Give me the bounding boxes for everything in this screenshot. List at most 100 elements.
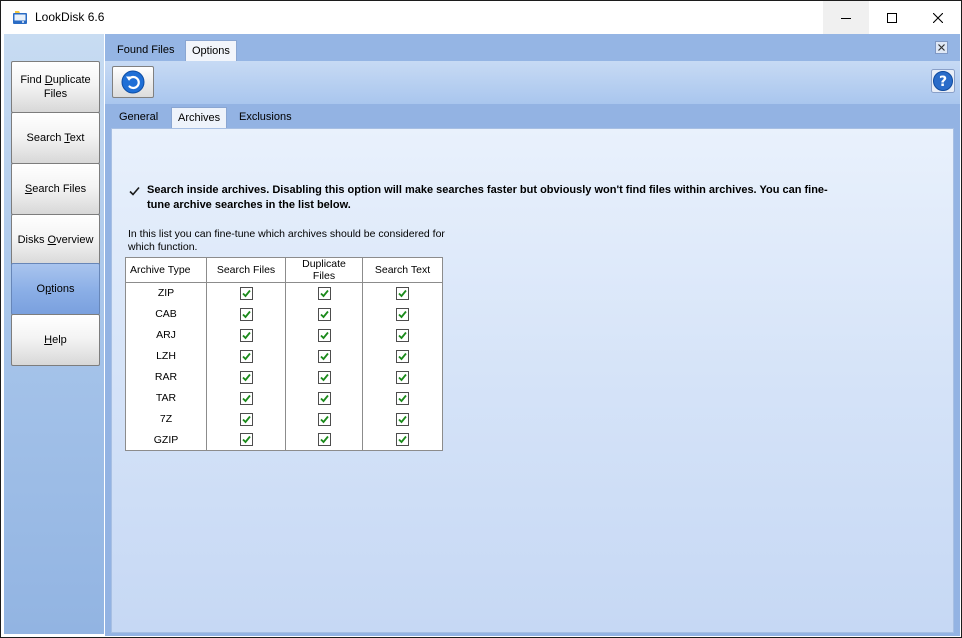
search-inside-archives-option[interactable]: Search inside archives. Disabling this o… xyxy=(128,183,848,213)
archive-type-cell: 7Z xyxy=(125,408,207,430)
duplicate-files-checkbox[interactable] xyxy=(317,433,331,447)
main-tab-strip: Found Files Options xyxy=(105,34,960,61)
tab-options[interactable]: Options xyxy=(185,40,237,61)
search-files-cell xyxy=(206,303,286,325)
left-navigation: Find Duplicate Files Search Text Search … xyxy=(4,34,104,634)
help-icon[interactable]: ? xyxy=(931,69,955,93)
search-files-button[interactable]: Search Files xyxy=(11,163,100,215)
search-files-cell xyxy=(206,408,286,430)
maximize-button[interactable] xyxy=(869,1,915,34)
search-text-checkbox[interactable] xyxy=(396,307,409,321)
column-header-duplicate-files[interactable]: Duplicate Files xyxy=(285,257,363,283)
search-text-cell xyxy=(362,429,443,451)
column-header-search-text[interactable]: Search Text xyxy=(362,257,443,283)
duplicate-files-cell xyxy=(285,282,363,304)
main-area: Found Files Options ? General Archives E… xyxy=(105,34,960,636)
table-row[interactable]: GZIP xyxy=(125,429,443,451)
archive-type-cell: TAR xyxy=(125,387,207,409)
options-sub-tabs: General Archives Exclusions xyxy=(111,104,956,128)
search-files-checkbox[interactable] xyxy=(239,286,253,300)
tab-exclusions[interactable]: Exclusions xyxy=(233,107,298,128)
archive-types-body: ZIP CAB ARJ LZH RAR TAR 7Z GZIP xyxy=(125,282,443,451)
search-files-checkbox[interactable] xyxy=(239,370,253,384)
archives-panel: Search inside archives. Disabling this o… xyxy=(111,128,954,633)
search-files-cell xyxy=(206,429,286,451)
search-text-checkbox[interactable] xyxy=(396,349,409,363)
tab-archives[interactable]: Archives xyxy=(171,107,228,128)
back-arrow-icon xyxy=(121,70,145,94)
find-duplicate-files-button[interactable]: Find Duplicate Files xyxy=(11,61,100,113)
back-button[interactable] xyxy=(112,66,154,98)
search-files-checkbox[interactable] xyxy=(239,307,253,321)
duplicate-files-checkbox[interactable] xyxy=(317,391,331,405)
search-text-checkbox[interactable] xyxy=(396,391,409,405)
archive-type-cell: ZIP xyxy=(125,282,207,304)
duplicate-files-cell xyxy=(285,429,363,451)
duplicate-files-cell xyxy=(285,324,363,346)
tab-found-files[interactable]: Found Files xyxy=(111,40,180,61)
duplicate-files-checkbox[interactable] xyxy=(317,412,331,426)
archive-type-cell: GZIP xyxy=(125,429,207,451)
search-files-cell xyxy=(206,282,286,304)
archive-type-cell: LZH xyxy=(125,345,207,367)
duplicate-files-checkbox[interactable] xyxy=(317,328,331,342)
disks-overview-label: Disks Overview xyxy=(17,234,94,246)
duplicate-files-cell xyxy=(285,303,363,325)
close-icon xyxy=(933,12,943,23)
table-row[interactable]: ARJ xyxy=(125,324,443,346)
search-text-cell xyxy=(362,345,443,367)
search-files-label: Search Files xyxy=(24,183,87,195)
search-inside-archives-checkbox[interactable] xyxy=(128,185,141,198)
archive-type-cell: ARJ xyxy=(125,324,207,346)
duplicate-files-checkbox[interactable] xyxy=(317,349,331,363)
archive-types-table: Archive Type Search Files Duplicate File… xyxy=(125,257,443,451)
find-duplicate-files-label: Find Duplicate Files xyxy=(20,74,91,100)
search-files-checkbox[interactable] xyxy=(239,433,253,447)
search-text-checkbox[interactable] xyxy=(396,286,409,300)
search-files-checkbox[interactable] xyxy=(239,328,253,342)
duplicate-files-checkbox[interactable] xyxy=(317,370,331,384)
column-header-archive-type[interactable]: Archive Type xyxy=(125,257,207,283)
minimize-icon xyxy=(841,17,851,19)
table-header-row: Archive Type Search Files Duplicate File… xyxy=(125,257,443,283)
tab-general[interactable]: General xyxy=(113,107,164,128)
minimize-button[interactable] xyxy=(823,1,869,34)
search-files-checkbox[interactable] xyxy=(239,391,253,405)
window-title: LookDisk 6.6 xyxy=(35,10,105,24)
duplicate-files-cell xyxy=(285,408,363,430)
search-text-label: Search Text xyxy=(26,132,85,144)
close-button[interactable] xyxy=(915,1,961,34)
archive-type-cell: RAR xyxy=(125,366,207,388)
table-row[interactable]: CAB xyxy=(125,303,443,325)
search-text-button[interactable]: Search Text xyxy=(11,112,100,164)
search-text-cell xyxy=(362,408,443,430)
options-button[interactable]: Options xyxy=(11,263,100,315)
table-row[interactable]: RAR xyxy=(125,366,443,388)
help-button[interactable]: Help xyxy=(11,314,100,366)
duplicate-files-cell xyxy=(285,345,363,367)
close-pane-icon[interactable] xyxy=(935,41,948,54)
search-text-checkbox[interactable] xyxy=(396,328,409,342)
search-text-checkbox[interactable] xyxy=(396,370,409,384)
table-row[interactable]: ZIP xyxy=(125,282,443,304)
search-text-checkbox[interactable] xyxy=(396,433,409,447)
table-row[interactable]: LZH xyxy=(125,345,443,367)
disks-overview-button[interactable]: Disks Overview xyxy=(11,214,100,266)
search-files-cell xyxy=(206,345,286,367)
duplicate-files-checkbox[interactable] xyxy=(317,286,331,300)
duplicate-files-checkbox[interactable] xyxy=(317,307,331,321)
search-text-checkbox[interactable] xyxy=(396,412,409,426)
options-label: Options xyxy=(36,283,75,295)
column-header-search-files[interactable]: Search Files xyxy=(206,257,286,283)
options-toolbar: ? xyxy=(105,61,960,104)
archive-list-description: In this list you can fine-tune which arc… xyxy=(128,228,445,253)
search-files-checkbox[interactable] xyxy=(239,349,253,363)
search-text-cell xyxy=(362,387,443,409)
table-row[interactable]: TAR xyxy=(125,387,443,409)
search-files-cell xyxy=(206,324,286,346)
search-files-checkbox[interactable] xyxy=(239,412,253,426)
help-label: Help xyxy=(44,334,67,346)
table-row[interactable]: 7Z xyxy=(125,408,443,430)
archive-type-cell: CAB xyxy=(125,303,207,325)
title-bar[interactable]: LookDisk 6.6 xyxy=(1,1,961,34)
